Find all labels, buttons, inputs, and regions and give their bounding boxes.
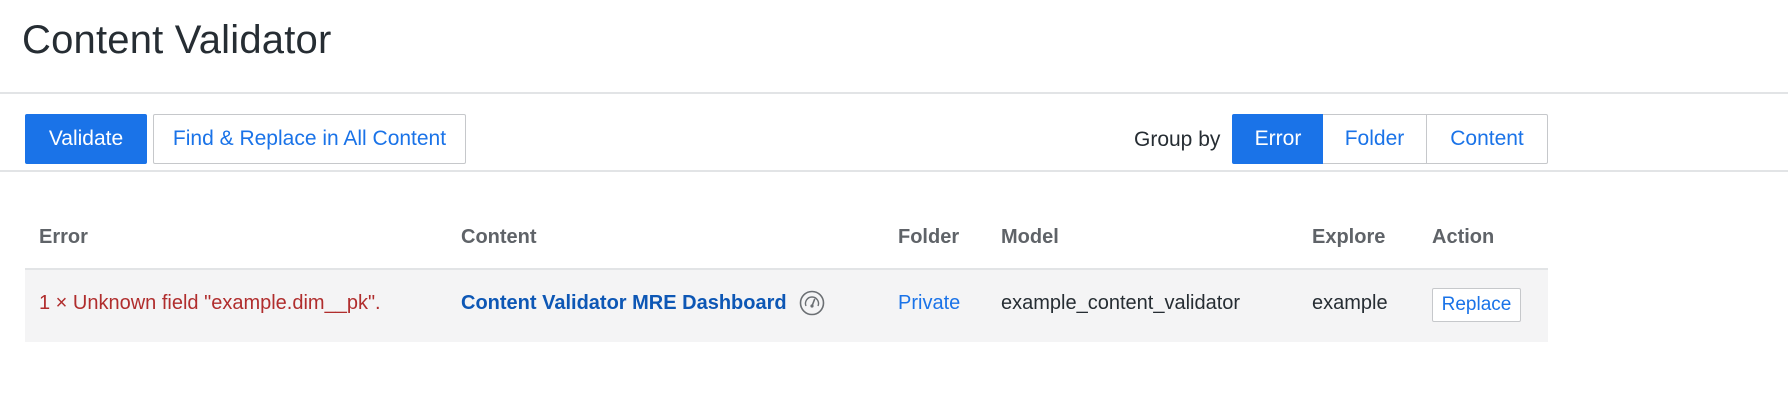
table-header: Error Content Folder Model Explore Actio… xyxy=(25,204,1548,270)
toolbar: Validate Find & Replace in All Content G… xyxy=(0,94,1788,172)
replace-button[interactable]: Replace xyxy=(1432,288,1521,322)
content-link[interactable]: Content Validator MRE Dashboard xyxy=(461,292,787,315)
column-header-action: Action xyxy=(1432,226,1495,248)
dashboard-gauge-icon xyxy=(799,290,825,316)
column-header-explore[interactable]: Explore xyxy=(1312,226,1385,249)
validate-button[interactable]: Validate xyxy=(25,114,147,164)
explore-cell: example xyxy=(1312,292,1388,314)
find-replace-button[interactable]: Find & Replace in All Content xyxy=(153,114,466,164)
column-header-model[interactable]: Model xyxy=(1001,226,1059,249)
page-title: Content Validator xyxy=(22,18,332,62)
group-by-folder-button[interactable]: Folder xyxy=(1323,114,1427,164)
group-by-content-button[interactable]: Content xyxy=(1426,114,1548,164)
group-by-label: Group by xyxy=(1134,128,1221,151)
column-header-folder[interactable]: Folder xyxy=(898,226,959,249)
table-row: 1 × Unknown field "example.dim__pk". Con… xyxy=(25,270,1548,342)
page-header: Content Validator xyxy=(0,0,1788,94)
column-header-content[interactable]: Content xyxy=(461,226,537,249)
column-header-error[interactable]: Error xyxy=(39,226,88,249)
validation-table: Error Content Folder Model Explore Actio… xyxy=(25,204,1548,342)
folder-link[interactable]: Private xyxy=(898,292,960,315)
group-by-error-button[interactable]: Error xyxy=(1232,114,1324,164)
content-validator-page: Content Validator Validate Find & Replac… xyxy=(0,0,1788,418)
error-cell: 1 × Unknown field "example.dim__pk". xyxy=(39,292,381,314)
model-cell: example_content_validator xyxy=(1001,292,1241,314)
